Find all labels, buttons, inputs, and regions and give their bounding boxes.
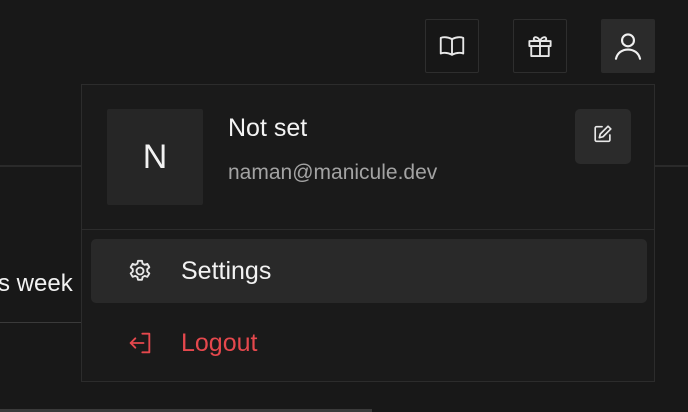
menu-item-label: Logout	[181, 328, 258, 357]
menu-item-settings[interactable]: Settings	[91, 239, 647, 303]
book-open-icon	[437, 31, 467, 61]
user-menu-button[interactable]	[601, 19, 655, 73]
avatar: N	[107, 109, 203, 205]
gift-button[interactable]	[513, 19, 567, 73]
gift-icon	[525, 31, 555, 61]
profile-section: N Not set naman@manicule.dev	[82, 85, 654, 230]
user-dropdown-menu: N Not set naman@manicule.dev Settings Lo…	[81, 84, 655, 382]
menu-item-label: Settings	[181, 256, 272, 285]
docs-button[interactable]	[425, 19, 479, 73]
background-underline	[0, 322, 82, 323]
edit-profile-button[interactable]	[575, 109, 631, 164]
background-text: s week	[0, 270, 73, 297]
profile-email: naman@manicule.dev	[228, 161, 438, 184]
user-icon	[611, 29, 645, 63]
menu-item-logout[interactable]: Logout	[91, 311, 647, 375]
app-screen: s week N Not set naman@manicule.dev Sett…	[0, 0, 688, 412]
logout-icon	[125, 328, 155, 358]
edit-icon	[592, 123, 614, 150]
gear-icon	[125, 256, 155, 286]
profile-name: Not set	[228, 114, 308, 142]
